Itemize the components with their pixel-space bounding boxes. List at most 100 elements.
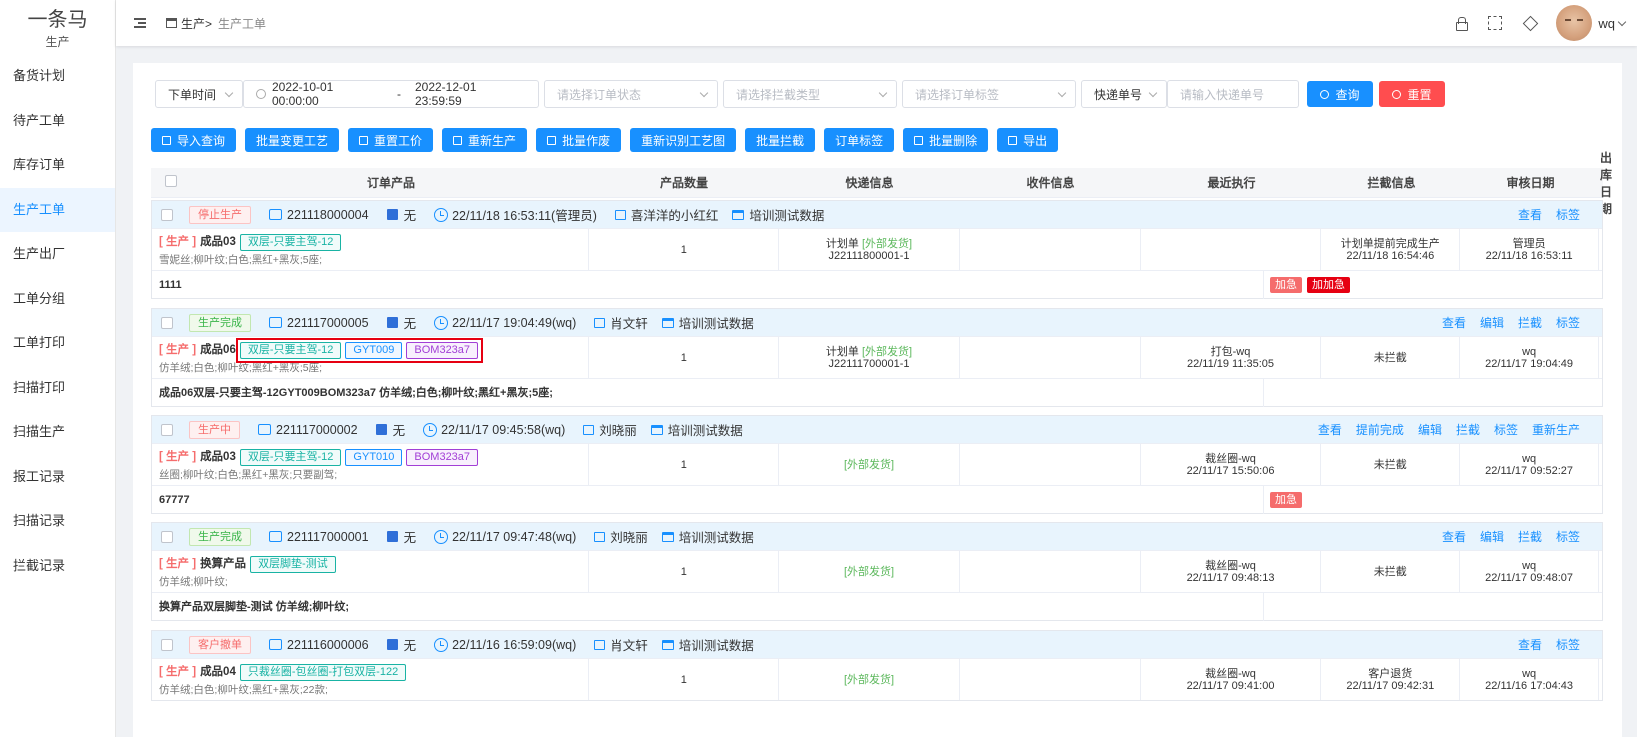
order-actions: 查看 标签 xyxy=(1504,201,1580,228)
express-cell: [外部发货] xyxy=(779,551,960,592)
sidebar-item[interactable]: 待产工单 xyxy=(0,99,115,144)
top-header: 生产> 生产工单 wq xyxy=(116,0,1637,46)
action-button[interactable]: 重新生产 xyxy=(442,128,528,152)
select-all-checkbox[interactable] xyxy=(165,175,177,187)
order-action-link[interactable]: 查看 xyxy=(1318,421,1342,438)
order-status-select[interactable]: 请选择订单状态 xyxy=(544,80,718,108)
urgent-badges: 加急 加加急 xyxy=(1264,276,1355,293)
order-action-link[interactable]: 拦截 xyxy=(1456,421,1480,438)
user-name[interactable]: wq xyxy=(1598,16,1615,31)
order-checkbox[interactable] xyxy=(161,638,173,651)
action-button[interactable]: 批量删除 xyxy=(903,128,989,152)
auditor: wq xyxy=(1522,345,1537,358)
express-type-select[interactable]: 快递单号 xyxy=(1081,80,1167,108)
avatar[interactable] xyxy=(1556,5,1593,41)
audit-cell: 管理员 22/11/18 16:53:11 xyxy=(1460,229,1600,270)
query-button[interactable]: 查询 xyxy=(1307,81,1373,107)
express-external: [外部发货] xyxy=(861,345,913,358)
sidebar-item[interactable]: 备货计划 xyxy=(0,54,115,99)
lock-icon[interactable] xyxy=(1454,16,1469,31)
order-action-link[interactable]: 编辑 xyxy=(1480,314,1504,331)
order-action-link[interactable]: 标签 xyxy=(1556,636,1580,653)
order-action-link[interactable]: 标签 xyxy=(1494,421,1518,438)
action-button[interactable]: 批量变更工艺 xyxy=(245,128,340,152)
sidebar-nav: 备货计划 待产工单 库存订单 生产工单 生产出厂 工单分组 工单打印 扫描打印 扫描生产 报工记录… xyxy=(0,54,115,588)
column-header: 产品数量 xyxy=(659,176,708,190)
product-cell: [ 生产 ] 换算产品 双层脚垫-测试 仿羊绒;柳叶纹; xyxy=(152,551,590,592)
order-action-link[interactable]: 查看 xyxy=(1442,314,1466,331)
order-action-link[interactable]: 编辑 xyxy=(1480,528,1504,545)
action-button[interactable]: 导入查询 xyxy=(151,128,237,152)
order-action-link[interactable]: 标签 xyxy=(1556,206,1580,223)
order-number-text: 221117000001 xyxy=(287,529,369,544)
outbound-cell xyxy=(1599,659,1602,700)
order-action-link[interactable]: 提前完成 xyxy=(1356,421,1404,438)
action-button[interactable]: 重置工价 xyxy=(348,128,434,152)
urgent-badges: 加急 xyxy=(1264,491,1307,508)
action-button[interactable]: 导出 xyxy=(997,128,1059,152)
order-action-link[interactable]: 拦截 xyxy=(1518,314,1542,331)
breadcrumb-parent[interactable]: 生产> xyxy=(181,15,212,32)
sidebar-item[interactable]: 拦截记录 xyxy=(0,544,115,589)
intercept-info: 未拦截 xyxy=(1373,565,1407,578)
order-actions: 查看 提前完成 编辑 拦截 标签 重新生产 xyxy=(1304,416,1580,443)
order-footer: 换算产品双层脚垫-测试 仿羊绒;柳叶纹; xyxy=(152,592,1602,621)
action-button[interactable]: 重新识别工艺图 xyxy=(630,128,737,152)
chevron-down-icon[interactable] xyxy=(1617,17,1627,26)
order-header: 客户撤单 221116000006 无 22/11/16 16:59:09(wq) 肖文… xyxy=(152,631,1602,658)
reset-button[interactable]: 重置 xyxy=(1379,81,1445,107)
order-number: 221118000004 xyxy=(269,208,369,222)
order-action-link[interactable]: 拦截 xyxy=(1518,528,1542,545)
order-checkbox[interactable] xyxy=(161,316,173,329)
order-detail-row: [ 生产 ] 成品06 双层-只要主驾-12 GYT009 BOM323a7 仿羊绒;白色… xyxy=(152,336,1602,378)
fullscreen-icon[interactable] xyxy=(1488,16,1503,30)
order-action-link[interactable]: 重新生产 xyxy=(1532,421,1580,438)
product-tag: 只裁丝圈-包丝圈-打包双层-122 xyxy=(239,663,407,681)
menu-fold-icon[interactable] xyxy=(134,18,146,28)
order-remark: 无 xyxy=(386,313,416,332)
order-action-link[interactable]: 查看 xyxy=(1442,528,1466,545)
order-time-text: 22/11/18 16:53:11(管理员) xyxy=(452,209,597,223)
order-time-text: 22/11/17 19:04:49(wq) xyxy=(452,315,577,330)
sidebar-item[interactable]: 报工记录 xyxy=(0,455,115,500)
date-range-picker[interactable]: 2022-10-01 00:00:00 - 2022-12-01 23:59:5… xyxy=(243,80,539,108)
order-action-link[interactable]: 查看 xyxy=(1518,206,1542,223)
edit-icon xyxy=(375,424,387,435)
express-number-input[interactable]: 请输入快递单号 xyxy=(1167,80,1299,108)
order-checkbox[interactable] xyxy=(161,208,173,221)
action-button[interactable]: 批量拦截 xyxy=(745,128,816,152)
sidebar-item[interactable]: 库存订单 xyxy=(0,143,115,188)
recipient-cell xyxy=(960,444,1141,485)
sidebar-item[interactable]: 生产出厂 xyxy=(0,232,115,277)
sidebar-item[interactable]: 扫描记录 xyxy=(0,499,115,544)
order-shop-text: 刘晓丽 xyxy=(610,531,648,545)
order-shop-text: 肖文轩 xyxy=(610,317,648,331)
order-checkbox[interactable] xyxy=(161,530,173,543)
order-number-text: 221117000005 xyxy=(287,315,369,330)
order-action-link[interactable]: 标签 xyxy=(1556,528,1580,545)
action-button[interactable]: 批量作废 xyxy=(536,128,622,152)
sidebar-item[interactable]: 扫描生产 xyxy=(0,410,115,455)
order-checkbox[interactable] xyxy=(161,423,173,436)
sidebar-item[interactable]: 工单分组 xyxy=(0,277,115,322)
order-action-link[interactable]: 查看 xyxy=(1518,636,1542,653)
theme-icon[interactable] xyxy=(1522,16,1536,30)
action-label: 导出 xyxy=(1023,133,1048,148)
sidebar-item[interactable]: 生产工单 xyxy=(0,187,115,232)
last-exec-cell xyxy=(1141,229,1322,270)
intercept-type-select[interactable]: 请选择拦截类型 xyxy=(723,80,897,108)
last-exec-step: 裁丝圈-wq xyxy=(1205,559,1256,572)
order-action-link[interactable]: 标签 xyxy=(1556,314,1580,331)
time-type-select[interactable]: 下单时间 xyxy=(155,80,243,108)
auditor: wq xyxy=(1522,559,1537,572)
product-line: [ 生产 ] 成品03 双层-只要主驾-12 xyxy=(159,233,342,251)
order-action-link[interactable]: 编辑 xyxy=(1418,421,1442,438)
action-button[interactable]: 订单标签 xyxy=(824,128,895,152)
order-note: 换算产品双层脚垫-测试 仿羊绒;柳叶纹; xyxy=(152,592,1264,621)
sidebar-item[interactable]: 工单打印 xyxy=(0,321,115,366)
home-icon[interactable] xyxy=(166,18,177,28)
brand-sub: 生产 xyxy=(45,35,70,49)
sidebar-item[interactable]: 扫描打印 xyxy=(0,366,115,411)
order-tag-select[interactable]: 请选择订单标签 xyxy=(902,80,1076,108)
order-shop: 刘晓丽 xyxy=(583,420,637,439)
